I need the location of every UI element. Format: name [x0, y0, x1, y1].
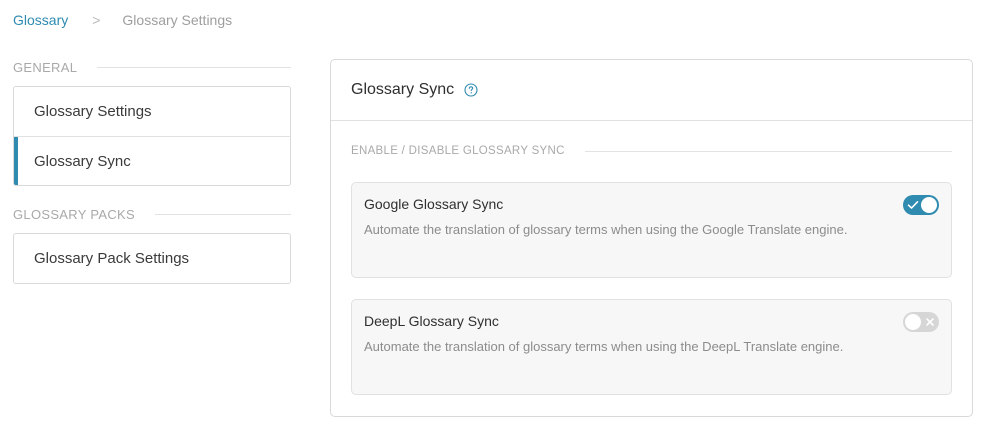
glossary-sync-panel: Glossary Sync ENABLE / DISABLE GLOSSARY … — [330, 59, 973, 417]
check-icon — [907, 195, 919, 215]
section-heading-general: GENERAL — [13, 60, 291, 75]
card-title: DeepL Glossary Sync — [364, 313, 499, 329]
question-circle-icon[interactable] — [464, 83, 478, 97]
google-sync-card: Google Glossary Sync Automate the transl… — [351, 182, 952, 278]
section-divider — [584, 150, 952, 152]
sidebar-item-label: Glossary Settings — [34, 103, 152, 120]
glossary-packs-menu: Glossary Pack Settings — [13, 233, 291, 284]
section-divider — [97, 67, 291, 68]
sidebar-item-glossary-pack-settings[interactable]: Glossary Pack Settings — [14, 234, 290, 283]
panel-title: Glossary Sync — [351, 81, 455, 98]
toggle-knob — [905, 314, 921, 330]
deepl-sync-toggle[interactable] — [903, 312, 939, 332]
sidebar-item-glossary-sync[interactable]: Glossary Sync — [14, 136, 290, 185]
toggle-knob — [921, 197, 937, 213]
breadcrumb-current: Glossary Settings — [122, 12, 233, 28]
sync-section-heading: ENABLE / DISABLE GLOSSARY SYNC — [351, 145, 952, 157]
card-title: Google Glossary Sync — [364, 196, 504, 212]
general-menu: Glossary Settings Glossary Sync — [13, 86, 291, 186]
sync-section-label: ENABLE / DISABLE GLOSSARY SYNC — [351, 145, 565, 157]
card-description: Automate the translation of glossary ter… — [364, 339, 844, 354]
sidebar-item-glossary-settings[interactable]: Glossary Settings — [14, 87, 290, 136]
section-heading-general-label: GENERAL — [13, 60, 78, 75]
close-icon — [925, 312, 935, 332]
sidebar-item-label: Glossary Sync — [34, 152, 131, 170]
breadcrumb: Glossary > Glossary Settings — [13, 12, 232, 28]
google-sync-toggle[interactable] — [903, 195, 939, 215]
card-description: Automate the translation of glossary ter… — [364, 222, 848, 237]
sidebar-item-label: Glossary Pack Settings — [34, 250, 190, 267]
breadcrumb-separator: > — [92, 12, 101, 28]
section-divider — [154, 214, 291, 215]
deepl-sync-card: DeepL Glossary Sync Automate the transla… — [351, 299, 952, 395]
section-heading-packs-label: GLOSSARY PACKS — [13, 207, 135, 222]
panel-header: Glossary Sync — [331, 60, 972, 121]
section-heading-glossary-packs: GLOSSARY PACKS — [13, 207, 291, 222]
breadcrumb-link-glossary[interactable]: Glossary — [13, 12, 68, 28]
